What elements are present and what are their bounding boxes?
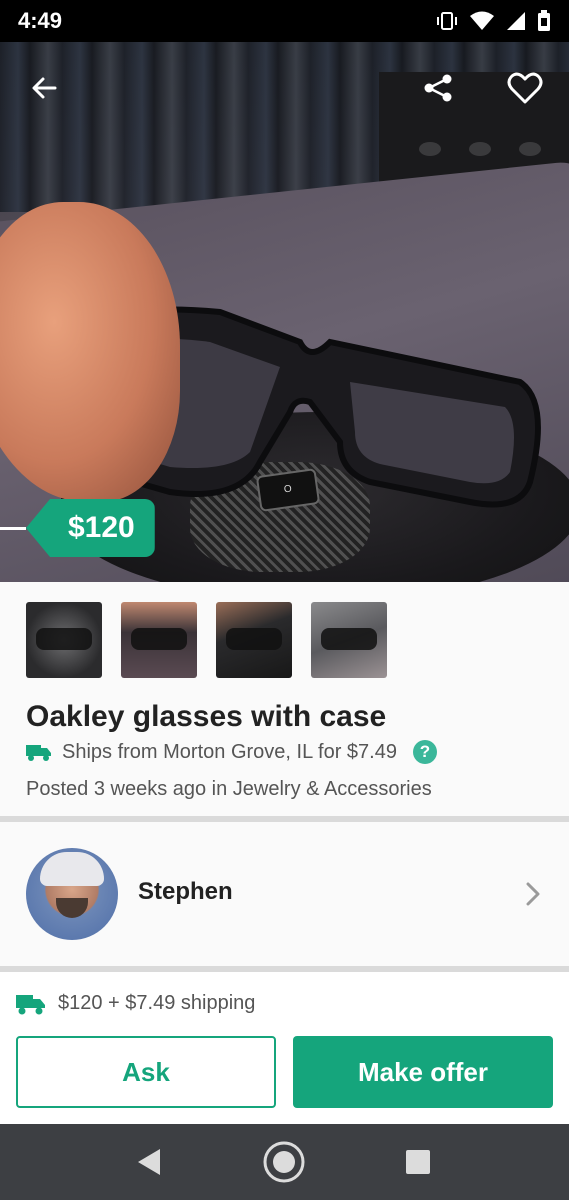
status-time: 4:49 [18, 8, 63, 33]
purchase-footer: $120 + $7.49 shipping Ask Make offer [0, 972, 569, 1124]
price-tag: $120 [0, 498, 155, 558]
price-tag-string [0, 526, 26, 530]
thumbnail-strip [26, 602, 387, 678]
price-tag-label: $120 [26, 499, 155, 557]
share-button[interactable] [416, 66, 460, 110]
shipping-text: Ships from Morton Grove, IL for $7.49 [62, 740, 397, 763]
thumbnail-1[interactable] [26, 602, 102, 678]
truck-icon [26, 745, 51, 761]
ask-button[interactable]: Ask [16, 1036, 276, 1108]
system-nav-bar [0, 1124, 569, 1200]
arrow-left-icon [32, 77, 57, 99]
shipping-info: Ships from Morton Grove, IL for $7.49 ? [26, 740, 437, 764]
thumbnail-3[interactable] [216, 602, 292, 678]
chevron-right-icon [526, 882, 540, 906]
nav-back-icon[interactable] [134, 1146, 164, 1178]
back-button[interactable] [22, 66, 66, 110]
total-price-line: $120 + $7.49 shipping [16, 992, 255, 1015]
favorite-button[interactable] [503, 66, 547, 110]
avatar [26, 848, 118, 940]
seller-row[interactable]: Stephen [0, 822, 569, 966]
signal-icon [507, 12, 525, 30]
make-offer-button[interactable]: Make offer [293, 1036, 553, 1108]
posted-info: Posted 3 weeks ago in Jewelry & Accessor… [26, 778, 432, 800]
nav-recents-icon[interactable] [406, 1150, 430, 1174]
battery-icon [538, 10, 550, 31]
seller-name: Stephen [138, 878, 233, 905]
nav-home-icon[interactable] [262, 1140, 306, 1184]
share-icon [424, 74, 452, 102]
wifi-icon [470, 11, 494, 30]
truck-icon [16, 994, 45, 1014]
total-price-text: $120 + $7.49 shipping [58, 992, 256, 1014]
thumbnail-4[interactable] [311, 602, 387, 678]
heart-outline-icon [507, 72, 543, 104]
listing-details: Oakley glasses with case Ships from Mort… [0, 582, 569, 816]
listing-title: Oakley glasses with case [26, 700, 387, 733]
status-bar: 4:49 [0, 0, 569, 42]
vibrate-icon [437, 12, 457, 30]
status-icons [435, 10, 551, 32]
thumbnail-2[interactable] [121, 602, 197, 678]
help-icon[interactable]: ? [412, 740, 437, 764]
